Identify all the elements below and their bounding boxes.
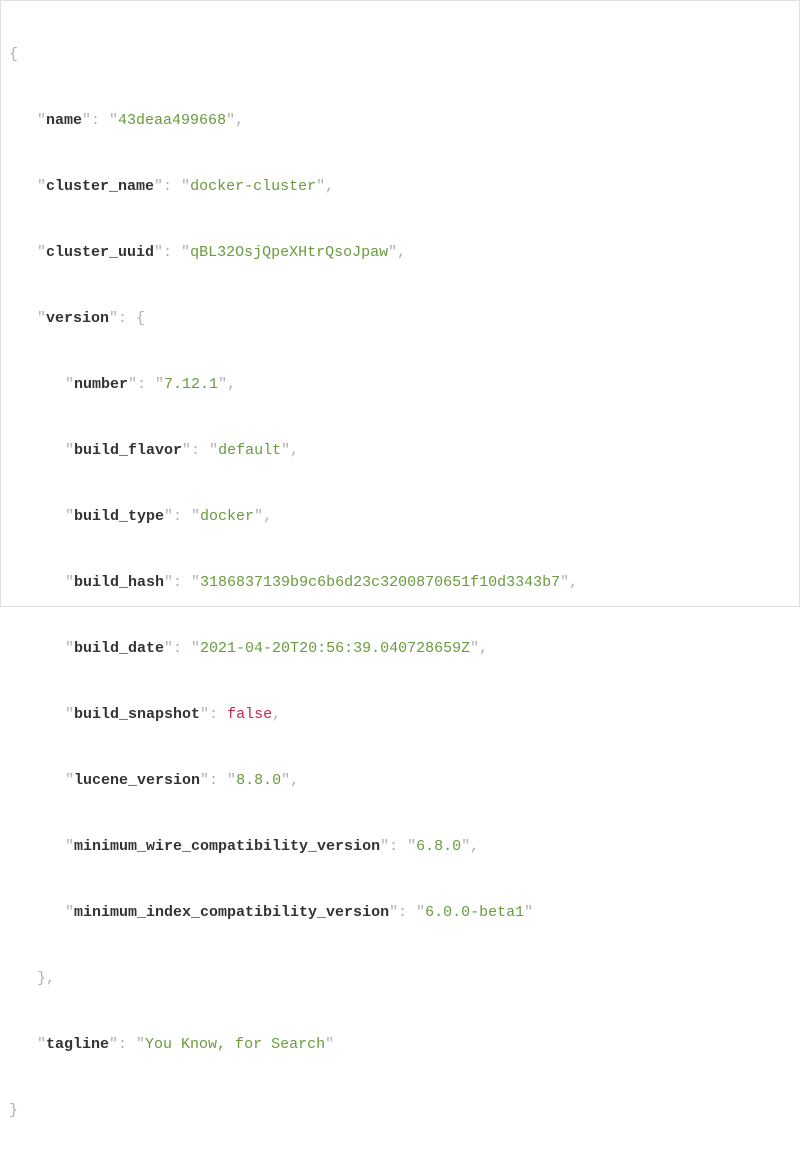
key-build-hash: build_hash <box>74 574 164 591</box>
key-cluster-uuid: cluster_uuid <box>46 244 154 261</box>
json-output: { "name": "43deaa499668", "cluster_name"… <box>1 1 799 1164</box>
key-build-flavor: build_flavor <box>74 442 182 459</box>
value-min-index: 6.0.0-beta1 <box>425 904 524 921</box>
key-tagline: tagline <box>46 1036 109 1053</box>
value-build-type: docker <box>200 508 254 525</box>
key-number: number <box>74 376 128 393</box>
value-build-flavor: default <box>218 442 281 459</box>
key-min-index: minimum_index_compatibility_version <box>74 904 389 921</box>
key-build-date: build_date <box>74 640 164 657</box>
key-build-type: build_type <box>74 508 164 525</box>
value-build-snapshot: false <box>227 706 272 723</box>
key-lucene-version: lucene_version <box>74 772 200 789</box>
key-version: version <box>46 310 109 327</box>
value-build-hash: 3186837139b9c6b6d23c3200870651f10d3343b7 <box>200 574 560 591</box>
value-lucene-version: 8.8.0 <box>236 772 281 789</box>
value-number: 7.12.1 <box>164 376 218 393</box>
key-min-wire: minimum_wire_compatibility_version <box>74 838 380 855</box>
value-tagline: You Know, for Search <box>145 1036 325 1053</box>
key-name: name <box>46 112 82 129</box>
value-cluster-name: docker-cluster <box>190 178 316 195</box>
value-min-wire: 6.8.0 <box>416 838 461 855</box>
value-name: 43deaa499668 <box>118 112 226 129</box>
value-build-date: 2021-04-20T20:56:39.040728659Z <box>200 640 470 657</box>
key-cluster-name: cluster_name <box>46 178 154 195</box>
key-build-snapshot: build_snapshot <box>74 706 200 723</box>
value-cluster-uuid: qBL32OsjQpeXHtrQsoJpaw <box>190 244 388 261</box>
